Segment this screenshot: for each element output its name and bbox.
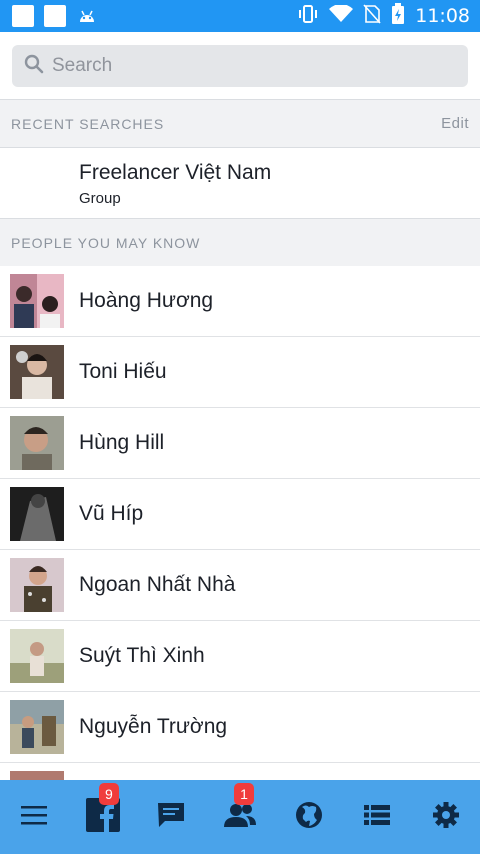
notification-square-icon — [44, 5, 66, 27]
menu-button[interactable] — [10, 793, 58, 841]
friend-requests-badge: 1 — [233, 783, 254, 805]
recent-item-name: Freelancer Việt Nam — [79, 161, 272, 184]
notifications-button[interactable] — [285, 793, 333, 841]
person-row[interactable]: Suýt Thì Xinh — [0, 621, 480, 692]
person-name: Toni Hiếu — [79, 360, 167, 383]
status-time: 11:08 — [415, 5, 470, 27]
friend-requests-button[interactable]: 1 — [216, 783, 264, 841]
chat-icon — [156, 800, 186, 835]
android-icon — [76, 5, 98, 27]
search-box[interactable] — [12, 45, 468, 87]
person-row[interactable]: Toni Hiếu — [0, 337, 480, 408]
search-input[interactable] — [52, 55, 432, 77]
wifi-icon — [329, 3, 354, 28]
recent-searches-title: RECENT SEARCHES — [11, 115, 165, 132]
news-feed-badge: 9 — [98, 783, 119, 805]
person-name: Suýt Thì Xinh — [79, 644, 205, 667]
search-bar-container — [0, 32, 480, 100]
person-name: Ngoan Nhất Nhà — [79, 573, 236, 596]
globe-icon — [294, 800, 324, 835]
avatar — [10, 345, 64, 399]
people-list: Hoàng Hương Toni Hiếu Hùng Hill Vũ Híp N… — [0, 266, 480, 834]
settings-button[interactable] — [422, 793, 470, 841]
friends-icon — [223, 801, 256, 834]
person-row[interactable]: Hùng Hill — [0, 408, 480, 479]
people-section-title: PEOPLE YOU MAY KNOW — [11, 234, 201, 251]
person-name: Vũ Híp — [79, 502, 144, 525]
recent-search-item[interactable]: Freelancer Việt Nam Group — [0, 148, 480, 219]
battery-charging-icon — [391, 2, 405, 30]
feed-list-button[interactable] — [353, 793, 401, 841]
avatar — [10, 629, 64, 683]
bottom-navigation: 9 1 — [0, 780, 480, 854]
person-name: Hoàng Hương — [79, 289, 214, 312]
avatar — [10, 274, 64, 328]
news-feed-button[interactable]: 9 — [79, 783, 127, 841]
people-you-may-know-header: PEOPLE YOU MAY KNOW — [0, 219, 480, 267]
recent-item-subtitle: Group — [79, 190, 121, 207]
notification-square-icon — [12, 5, 34, 27]
messages-button[interactable] — [147, 793, 195, 841]
person-name: Nguyễn Trường — [79, 715, 228, 738]
recent-searches-header: RECENT SEARCHES Edit — [0, 100, 480, 148]
menu-icon — [20, 804, 48, 831]
feed-list-icon — [363, 803, 391, 832]
status-bar: 11:08 — [0, 0, 480, 32]
no-sim-icon — [363, 3, 381, 29]
avatar — [10, 700, 64, 754]
person-row[interactable]: Nguyễn Trường — [0, 692, 480, 763]
avatar — [10, 416, 64, 470]
person-row[interactable]: Ngoan Nhất Nhà — [0, 550, 480, 621]
person-name: Hùng Hill — [79, 431, 165, 454]
person-row[interactable]: Vũ Híp — [0, 479, 480, 550]
avatar — [10, 487, 64, 541]
search-icon — [24, 54, 44, 79]
settings-gear-icon — [432, 801, 460, 834]
person-row[interactable]: Hoàng Hương — [0, 266, 480, 337]
edit-recent-button[interactable]: Edit — [441, 115, 469, 132]
avatar — [10, 558, 64, 612]
vibrate-icon — [297, 4, 319, 29]
